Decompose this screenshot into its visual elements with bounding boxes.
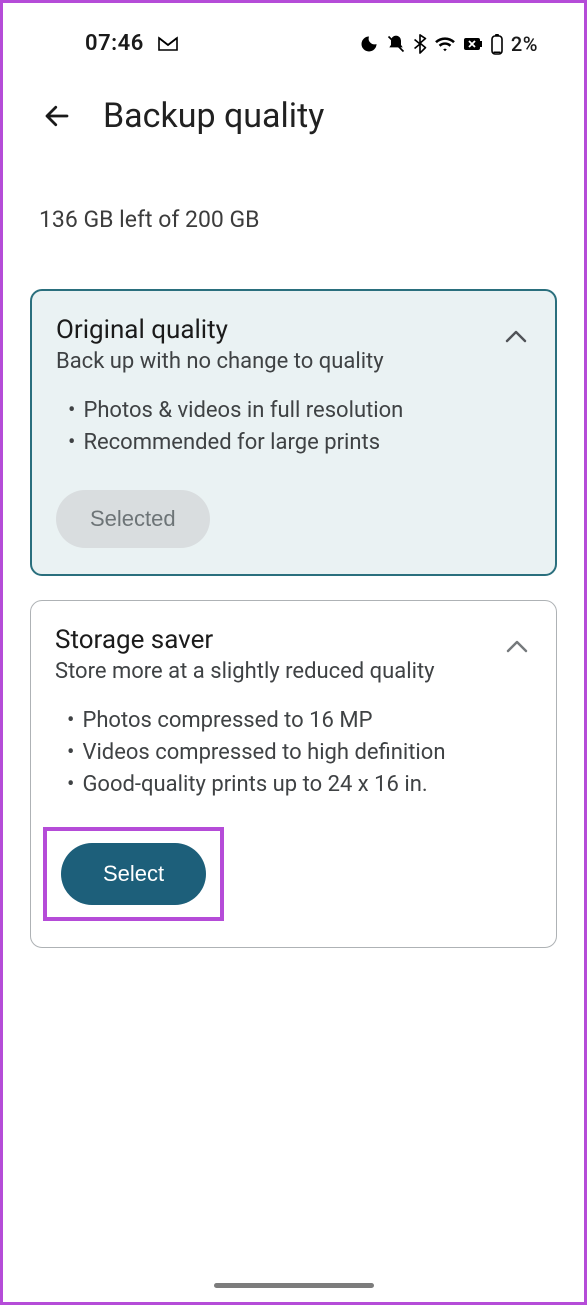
annotation-highlight: Select [43, 827, 224, 921]
bullet-item: Good-quality prints up to 24 x 16 in. [65, 769, 526, 801]
option-title: Original quality [56, 315, 384, 345]
app-header: Backup quality [3, 66, 584, 146]
chevron-up-icon[interactable] [502, 631, 532, 661]
status-bar: 07:46 2% [3, 3, 584, 66]
bullet-item: Photos compressed to 16 MP [65, 705, 526, 737]
do-not-disturb-icon [359, 34, 379, 54]
option-subtitle: Store more at a slightly reduced quality [55, 657, 435, 687]
home-indicator[interactable] [214, 1283, 374, 1288]
bullet-item: Videos compressed to high definition [65, 737, 526, 769]
notifications-off-icon [386, 34, 406, 54]
status-time: 07:46 [85, 31, 144, 56]
option-bullets: Photos & videos in full resolution Recom… [56, 377, 531, 459]
battery-saver-icon [463, 36, 483, 52]
chevron-up-icon[interactable] [501, 321, 531, 351]
bullet-item: Recommended for large prints [66, 427, 525, 459]
selected-button: Selected [56, 490, 210, 548]
option-subtitle: Back up with no change to quality [56, 347, 384, 377]
option-title: Storage saver [55, 625, 435, 655]
select-button[interactable]: Select [61, 843, 206, 905]
bluetooth-icon [413, 34, 427, 54]
bullet-item: Photos & videos in full resolution [66, 395, 525, 427]
gmail-icon [158, 36, 178, 52]
battery-percent: 2% [511, 32, 538, 56]
back-button[interactable] [39, 98, 75, 134]
battery-icon [490, 33, 504, 55]
storage-summary: 136 GB left of 200 GB [3, 146, 584, 249]
option-storage-saver[interactable]: Storage saver Store more at a slightly r… [30, 600, 557, 947]
option-original-quality[interactable]: Original quality Back up with no change … [30, 289, 557, 576]
page-title: Backup quality [103, 96, 324, 136]
option-bullets: Photos compressed to 16 MP Videos compre… [55, 687, 532, 801]
wifi-icon [434, 35, 456, 53]
